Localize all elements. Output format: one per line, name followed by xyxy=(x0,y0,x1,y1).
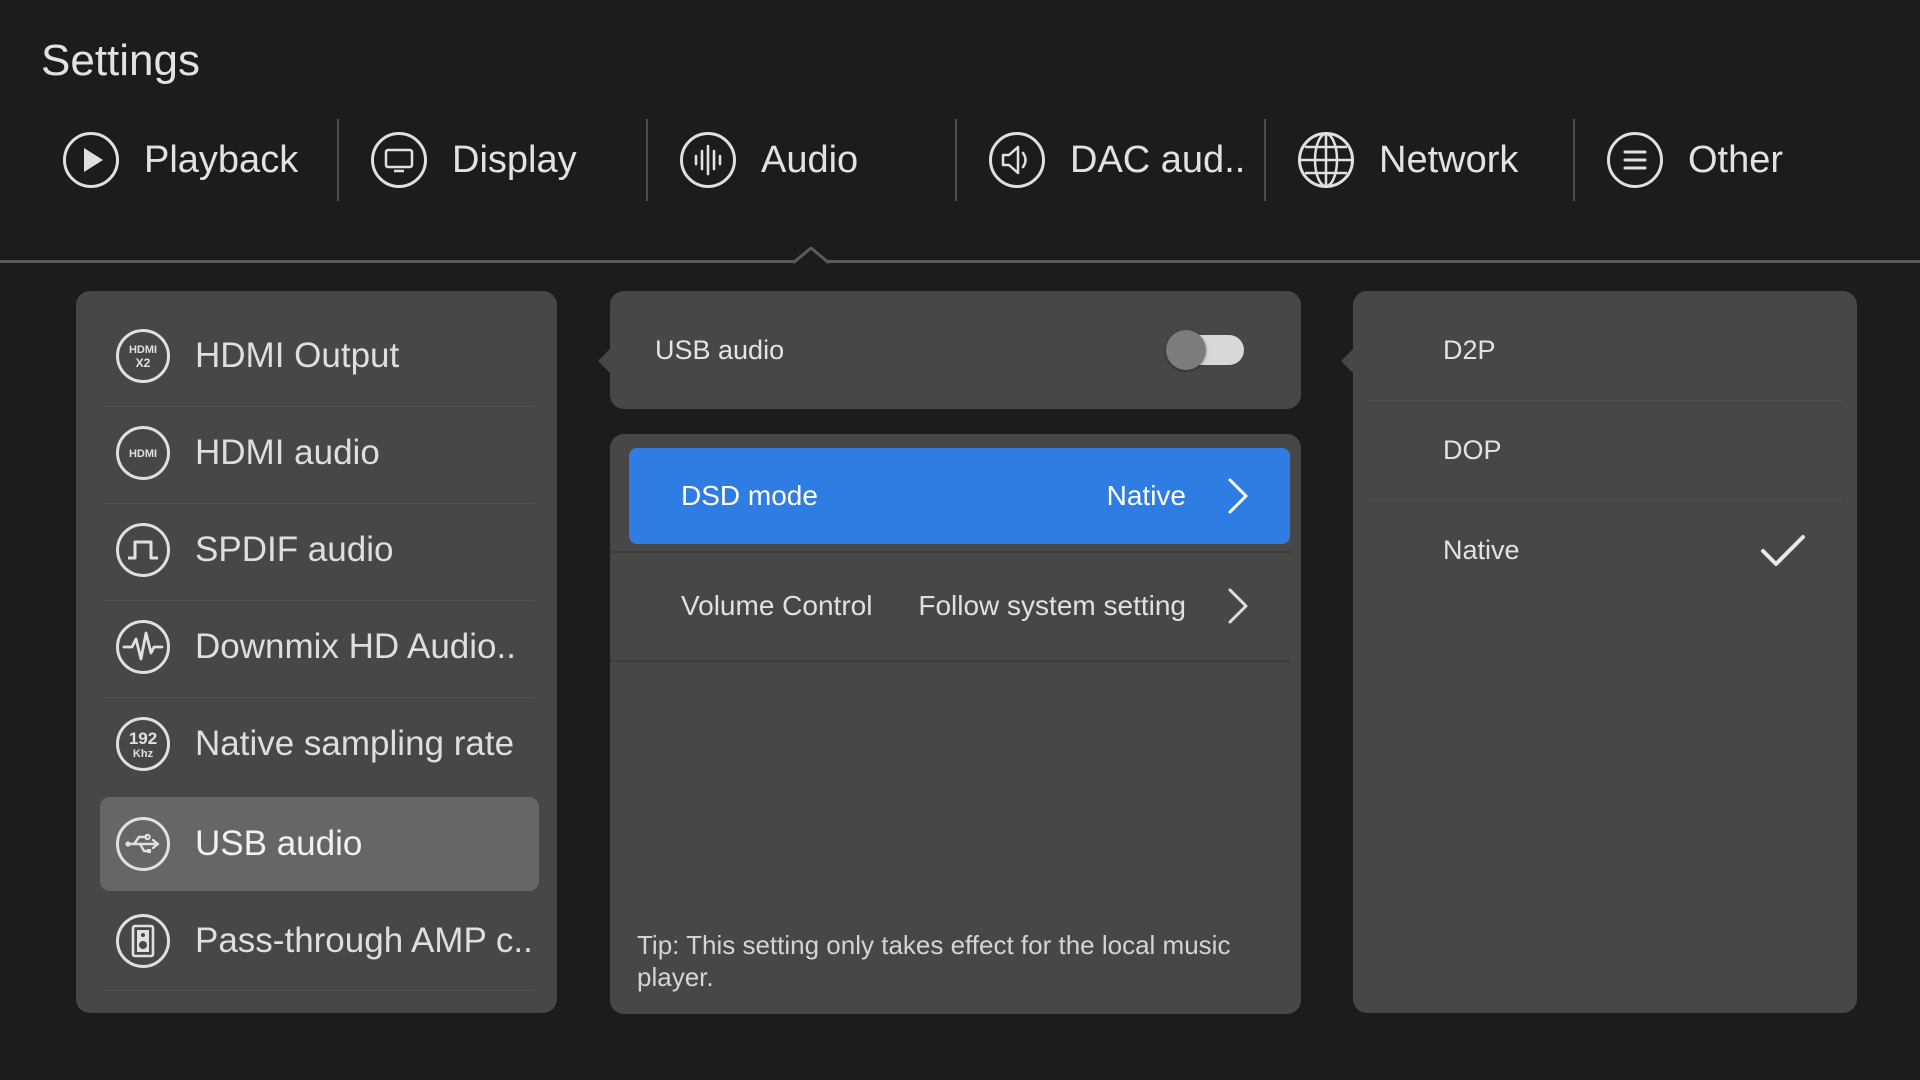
checkmark-icon xyxy=(1761,534,1805,566)
page-title: Settings xyxy=(41,36,200,85)
choice-dop[interactable]: DOP xyxy=(1367,401,1842,500)
tab-underline xyxy=(0,260,1920,263)
option-value: Native xyxy=(1106,480,1186,511)
audio-equalizer-icon xyxy=(680,132,736,188)
tab-label: Playback xyxy=(144,138,299,181)
menu-item-label: HDMI audio xyxy=(195,433,380,472)
tab-label: Network xyxy=(1379,138,1519,181)
menu-item-label: HDMI Output xyxy=(195,336,400,375)
menu-item-label: SPDIF audio xyxy=(195,530,394,569)
option-value: Follow system setting xyxy=(918,590,1186,621)
tab-label: Other xyxy=(1688,138,1784,181)
toggle-knob xyxy=(1166,330,1206,370)
tab-divider xyxy=(646,119,648,201)
waveform-icon xyxy=(116,620,170,674)
menu-item-usb-audio[interactable]: USB audio xyxy=(100,797,539,891)
active-tab-indicator xyxy=(793,247,829,265)
tab-display[interactable]: Display xyxy=(370,119,577,201)
menu-item-hdmi-output[interactable]: HDMI X2 HDMI Output xyxy=(100,309,539,403)
usb-audio-toggle[interactable] xyxy=(1166,327,1250,373)
usb-audio-card: USB audio xyxy=(598,291,1301,409)
square-wave-icon xyxy=(116,523,170,577)
usb-audio-label: USB audio xyxy=(655,335,785,365)
tab-other[interactable]: Other xyxy=(1606,119,1783,201)
menu-item-pass-through-amp[interactable]: Pass-through AMP c.. xyxy=(100,894,539,988)
top-tab-bar: Playback Display Audio DAC aud.. Network… xyxy=(29,119,1889,201)
panel-pointer xyxy=(598,349,610,373)
icon-text: HDMI xyxy=(129,344,157,356)
tab-label: DAC aud.. xyxy=(1070,138,1246,181)
option-divider xyxy=(610,660,1291,662)
tab-label: Audio xyxy=(761,138,859,181)
menu-item-label: Native sampling rate xyxy=(195,724,515,763)
speaker-icon xyxy=(989,132,1045,188)
option-dsd-mode[interactable]: DSD mode Native xyxy=(629,448,1290,544)
tab-network[interactable]: Network xyxy=(1297,119,1518,201)
menu-item-label: Downmix HD Audio.. xyxy=(195,627,516,666)
dsd-mode-choices: D2P DOP Native xyxy=(1341,291,1857,1013)
choice-native[interactable]: Native xyxy=(1367,501,1842,600)
chevron-right-icon xyxy=(1228,588,1248,624)
menu-item-spdif-audio[interactable]: SPDIF audio xyxy=(100,503,539,597)
amplifier-icon xyxy=(116,914,170,968)
option-label: Volume Control xyxy=(681,590,873,621)
tab-divider xyxy=(955,119,957,201)
icon-text: HDMI xyxy=(129,448,157,460)
tab-divider xyxy=(337,119,339,201)
choice-label: D2P xyxy=(1443,335,1496,365)
menu-icon xyxy=(1607,132,1663,188)
choice-label: Native xyxy=(1443,535,1520,565)
choice-d2p[interactable]: D2P xyxy=(1367,301,1842,400)
tab-dac-audio[interactable]: DAC aud.. xyxy=(988,119,1245,201)
chevron-right-icon xyxy=(1228,478,1248,514)
menu-item-label: USB audio xyxy=(195,824,363,863)
play-icon xyxy=(63,132,119,188)
option-volume-control[interactable]: Volume Control Follow system setting xyxy=(629,558,1290,654)
tab-divider xyxy=(1573,119,1575,201)
tab-label: Display xyxy=(452,138,577,181)
menu-divider xyxy=(104,990,535,991)
audio-settings-menu: HDMI X2 HDMI Output HDMI HDMI audio SPDI… xyxy=(76,291,557,1013)
panel-pointer xyxy=(1341,349,1353,373)
option-divider xyxy=(610,551,1291,553)
tab-playback[interactable]: Playback xyxy=(62,119,298,201)
tab-divider xyxy=(1264,119,1266,201)
tip-text: Tip: This setting only takes effect for … xyxy=(637,930,1231,992)
icon-text: 192 xyxy=(129,729,157,748)
menu-item-native-sampling-rate[interactable]: 192 Khz Native sampling rate xyxy=(100,697,539,791)
icon-text: X2 xyxy=(136,356,151,370)
globe-icon xyxy=(1298,132,1354,188)
option-label: DSD mode xyxy=(681,480,818,511)
monitor-icon xyxy=(371,132,427,188)
usb-icon xyxy=(116,817,170,871)
usb-audio-options: DSD mode Native Volume Control Follow sy… xyxy=(610,434,1301,1014)
menu-item-label: Pass-through AMP c.. xyxy=(195,921,533,960)
choice-label: DOP xyxy=(1443,435,1502,465)
hdmi-x2-icon: HDMI X2 xyxy=(116,329,170,383)
menu-item-hdmi-audio[interactable]: HDMI HDMI audio xyxy=(100,406,539,500)
icon-text: Khz xyxy=(133,748,154,760)
sampling-rate-icon: 192 Khz xyxy=(116,717,170,771)
hdmi-icon: HDMI xyxy=(116,426,170,480)
menu-item-downmix-hd-audio[interactable]: Downmix HD Audio.. xyxy=(100,600,539,694)
tab-audio[interactable]: Audio xyxy=(679,119,858,201)
